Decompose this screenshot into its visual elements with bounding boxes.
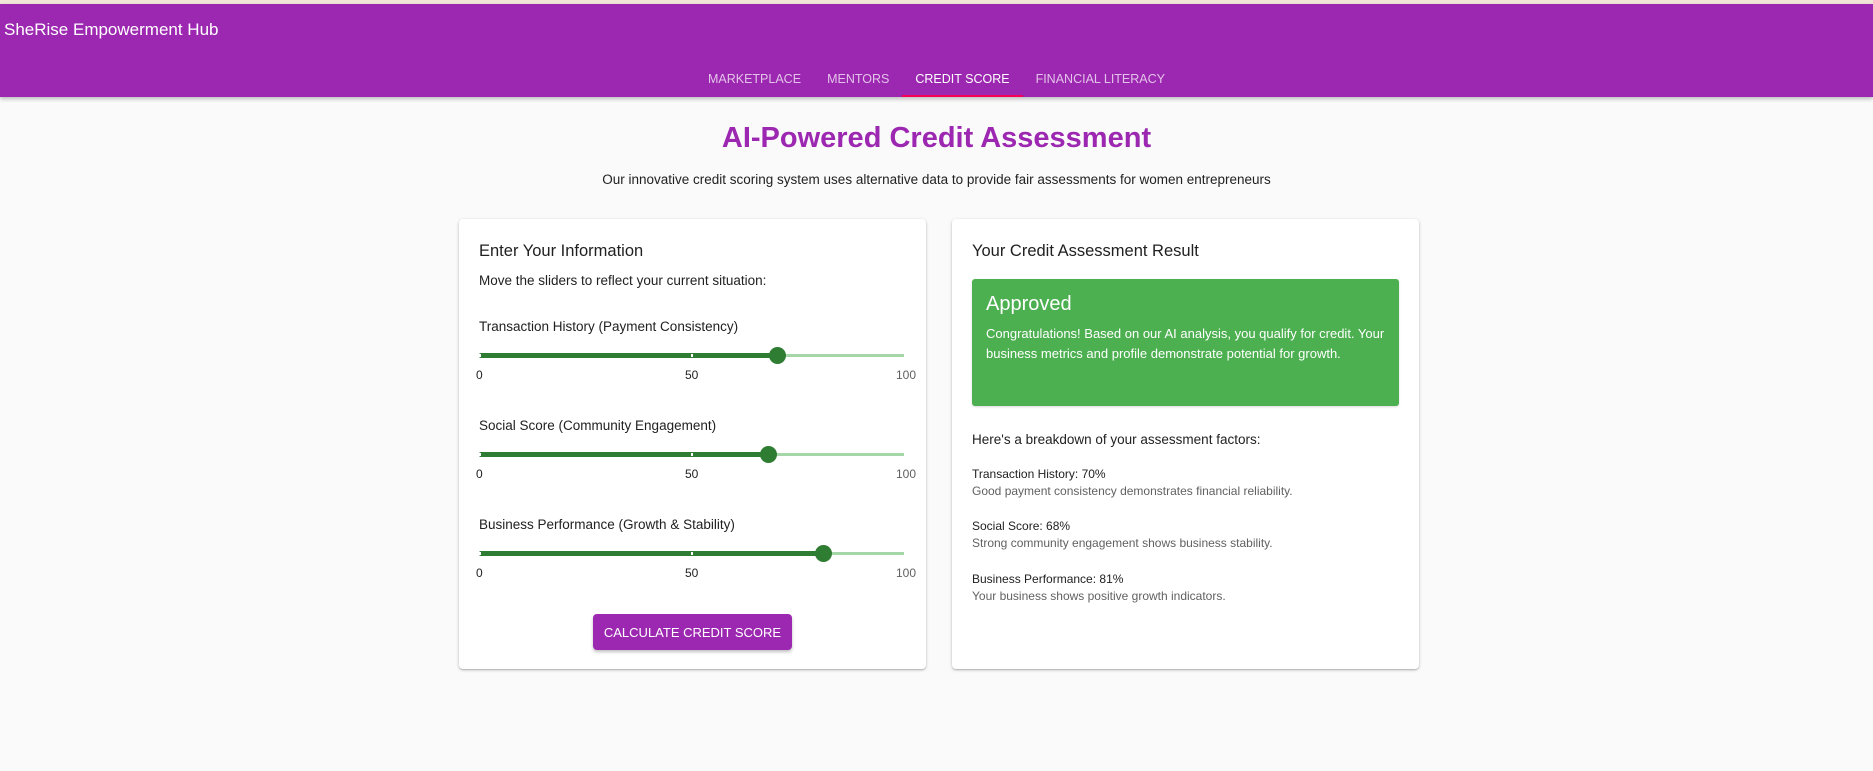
- tab-mentors[interactable]: MENTORS: [814, 64, 902, 97]
- app-title[interactable]: SheRise Empowerment Hub: [4, 20, 218, 40]
- slider-thumb[interactable]: [769, 347, 786, 364]
- business-performance-label: Business Performance (Growth & Stability…: [479, 517, 735, 532]
- business-performance-slider[interactable]: [479, 543, 906, 563]
- factor-title: Business Performance: 81%: [972, 572, 1124, 586]
- tick-label-mid: 50: [685, 467, 699, 481]
- app-bar: SheRise Empowerment Hub MARKETPLACE MENT…: [0, 4, 1873, 97]
- slider-mark: [904, 354, 906, 357]
- slider-mark: [691, 453, 693, 456]
- slider-mark: [479, 453, 481, 456]
- tab-credit-score[interactable]: CREDIT SCORE: [902, 64, 1023, 97]
- slider-thumb[interactable]: [760, 446, 777, 463]
- approval-alert: Approved Congratulations! Based on our A…: [972, 279, 1399, 406]
- tick-label-max: 100: [896, 368, 917, 382]
- tick-label-min: 0: [476, 467, 483, 481]
- main-nav-tabs: MARKETPLACE MENTORS CREDIT SCORE FINANCI…: [0, 64, 1873, 97]
- form-description: Move the sliders to reflect your current…: [479, 273, 767, 288]
- tab-financial-literacy[interactable]: FINANCIAL LITERACY: [1023, 64, 1178, 97]
- slider-track: [479, 551, 823, 556]
- factor-transaction-history: Transaction History: 70% Good payment co…: [972, 466, 1293, 500]
- factor-title: Social Score: 68%: [972, 519, 1071, 533]
- form-title: Enter Your Information: [479, 242, 644, 260]
- social-score-label: Social Score (Community Engagement): [479, 418, 717, 433]
- slider-mark: [479, 354, 481, 357]
- factor-social-score: Social Score: 68% Strong community engag…: [972, 518, 1273, 552]
- slider-mark: [691, 354, 693, 357]
- slider-mark: [904, 453, 906, 456]
- tick-label-min: 0: [476, 368, 483, 382]
- factor-description: Strong community engagement shows busine…: [972, 536, 1273, 550]
- tick-label-min: 0: [476, 566, 483, 580]
- factor-description: Your business shows positive growth indi…: [972, 589, 1226, 603]
- tab-marketplace[interactable]: MARKETPLACE: [695, 64, 814, 97]
- result-message: Congratulations! Based on our AI analysi…: [986, 326, 1385, 361]
- tick-label-max: 100: [896, 467, 917, 481]
- page-title: AI-Powered Credit Assessment: [721, 122, 1152, 154]
- tick-label-max: 100: [896, 566, 917, 580]
- social-score-slider[interactable]: [479, 444, 906, 464]
- breakdown-intro: Here's a breakdown of your assessment fa…: [972, 432, 1261, 447]
- page-subtitle: Our innovative credit scoring system use…: [602, 172, 1271, 187]
- calculate-credit-score-button[interactable]: CALCULATE CREDIT SCORE: [593, 614, 792, 650]
- slider-track: [479, 353, 777, 358]
- transaction-history-label: Transaction History (Payment Consistency…: [479, 319, 739, 334]
- factor-description: Good payment consistency demonstrates fi…: [972, 484, 1293, 498]
- tick-label-mid: 50: [685, 368, 699, 382]
- slider-mark: [904, 552, 906, 555]
- factor-title: Transaction History: 70%: [972, 467, 1106, 481]
- tick-label-mid: 50: [685, 566, 699, 580]
- result-title: Your Credit Assessment Result: [972, 242, 1199, 260]
- transaction-history-slider[interactable]: [479, 345, 906, 365]
- information-form-card: Enter Your Information Move the sliders …: [459, 219, 926, 669]
- slider-mark: [691, 552, 693, 555]
- assessment-result-card: Your Credit Assessment Result Approved C…: [952, 219, 1419, 669]
- result-status: Approved: [986, 293, 1072, 315]
- factor-business-performance: Business Performance: 81% Your business …: [972, 571, 1226, 605]
- slider-track: [479, 452, 768, 457]
- slider-mark: [479, 552, 481, 555]
- slider-thumb[interactable]: [815, 545, 832, 562]
